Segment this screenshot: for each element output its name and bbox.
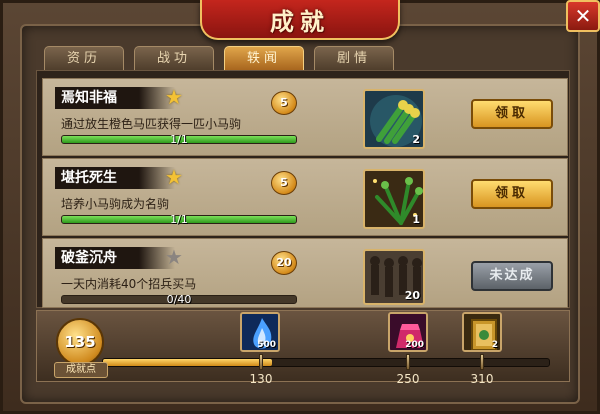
achievement-description: 培养小马驹成为名驹 (61, 197, 170, 211)
milestone-tick (480, 354, 484, 370)
close-button[interactable]: ✕ (566, 0, 600, 32)
achievement-points-label: 成就点 (54, 362, 108, 378)
milestone-count: 2 (491, 340, 498, 350)
item-count: 20 (404, 289, 420, 302)
reward-item[interactable]: 1 (363, 169, 425, 229)
item-count: 1 (412, 213, 420, 226)
star-icon: ★ (165, 165, 183, 189)
milestone-threshold: 310 (470, 372, 494, 386)
reward-points-coin: 5 (271, 171, 297, 195)
progress-text: 1/1 (170, 213, 188, 226)
tab-story[interactable]: 剧情 (314, 46, 394, 70)
reward-points-coin: 20 (271, 251, 297, 275)
milestone-tick (259, 354, 263, 370)
milestone-reward[interactable]: 500 (240, 312, 280, 352)
star-icon: ★ (165, 85, 183, 109)
title-banner: 成就 (200, 0, 400, 40)
points-progress-fill (103, 359, 273, 366)
achievement-row: 焉知非福 ★ 5 通过放生橙色马匹获得一匹小马驹 1/1 2 领取 (42, 78, 568, 156)
achievement-name: 破釜沉舟 (55, 247, 175, 269)
achievement-name: 堪托死生 (55, 167, 175, 189)
progress-text: 0/40 (166, 293, 192, 306)
achievement-row: 堪托死生 ★ 5 培养小马驹成为名驹 1/1 1 领取 (42, 158, 568, 236)
milestone-threshold: 130 (249, 372, 273, 386)
reward-points-coin: 5 (271, 91, 297, 115)
milestone-threshold: 250 (396, 372, 420, 386)
milestone-count: 200 (405, 340, 424, 350)
reward-item[interactable]: 20 (363, 249, 425, 305)
milestone-tick (406, 354, 410, 370)
milestone-count: 500 (257, 340, 276, 350)
window-title: 成就 (270, 6, 330, 36)
item-count: 2 (412, 133, 420, 146)
achievement-name: 焉知非福 (55, 87, 175, 109)
close-icon: ✕ (574, 4, 592, 28)
achievement-points-badge: 135 (56, 318, 104, 366)
milestone-reward[interactable]: 2 (462, 312, 502, 352)
not-achieved-button: 未达成 (471, 261, 553, 291)
tab-merit[interactable]: 战功 (134, 46, 214, 70)
star-icon: ★ (165, 245, 183, 269)
tab-resume[interactable]: 资历 (44, 46, 124, 70)
tab-anecdotes[interactable]: 轶闻 (224, 46, 304, 70)
progress-text: 1/1 (170, 133, 188, 146)
reward-item[interactable]: 2 (363, 89, 425, 149)
achievement-row: 破釜沉舟 ★ 20 一天内消耗40个招兵买马 0/40 20 未达成 (42, 238, 568, 308)
claim-button[interactable]: 领取 (471, 179, 553, 209)
achievement-description: 一天内消耗40个招兵买马 (61, 277, 197, 291)
milestone-reward[interactable]: 200 (388, 312, 428, 352)
claim-button[interactable]: 领取 (471, 99, 553, 129)
achievement-description: 通过放生橙色马匹获得一匹小马驹 (61, 117, 242, 131)
